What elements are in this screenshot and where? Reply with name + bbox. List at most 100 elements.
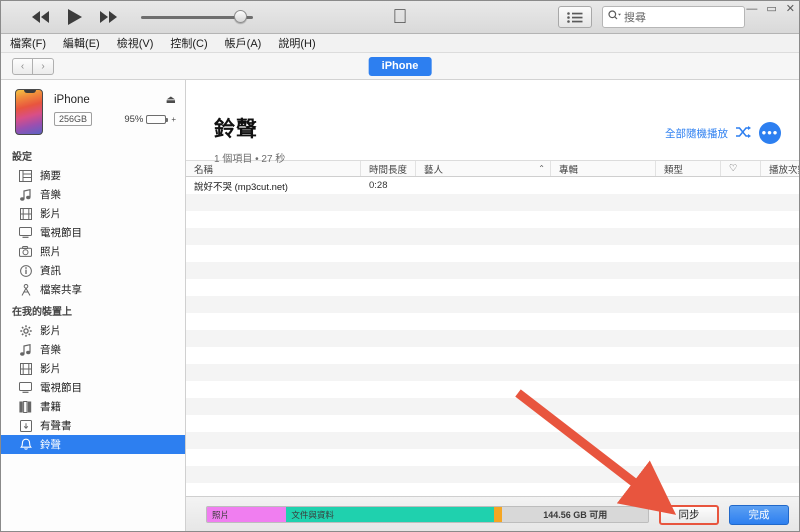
column-header-label: 藝人 (424, 164, 444, 176)
menu-item-1[interactable]: 檔案(F) (10, 35, 46, 51)
rewind-icon[interactable] (31, 8, 51, 26)
nav-buttons: ‹ › (12, 57, 54, 75)
sort-caret-icon: ⌃ (538, 164, 545, 173)
menu-item-6[interactable]: 說明(H) (278, 35, 315, 51)
column-header-6[interactable]: ♡ (721, 161, 761, 176)
volume-knob[interactable] (233, 10, 247, 23)
empty-row (186, 398, 799, 415)
sidebar-item-music-note-0-1[interactable]: 音樂 (1, 185, 185, 204)
column-header-3[interactable]: 藝人 ⌃ (416, 161, 551, 176)
sidebar-item-film-1-2[interactable]: 影片 (1, 359, 185, 378)
minimize-button[interactable]: — (746, 1, 757, 17)
menu-item-2[interactable]: 編輯(E) (63, 35, 100, 51)
library-list-icon[interactable] (558, 6, 592, 28)
sidebar-item-tv-0-3[interactable]: 電視節目 (1, 223, 185, 242)
device-capacity-badge: 256GB (54, 112, 93, 126)
empty-row (186, 279, 799, 296)
forward-icon[interactable] (99, 8, 119, 26)
column-header-5[interactable]: 類型 (656, 161, 721, 176)
sidebar-item-label: 檔案共享 (40, 284, 82, 296)
tracks-table: 名稱 時間長度 藝人 ⌃ 專輯 類型 ♡ 播放次數 說好不哭 (mp3cut.net) 0:28 (186, 160, 799, 500)
column-header-label: ♡ (729, 163, 738, 174)
column-header-label: 時間長度 (369, 164, 408, 176)
body-split: iPhone ⏏ 256GB 95% + 設定 摘要 音樂 影片 電視節目 照片… (1, 80, 799, 531)
sync-button[interactable]: 同步 (659, 504, 719, 525)
table-row[interactable]: 說好不哭 (mp3cut.net) 0:28 (186, 177, 799, 194)
column-header-7[interactable]: 播放次數 (761, 161, 799, 176)
battery-icon (146, 114, 169, 124)
itunes-window:  搜尋 — ▭ ✕ 檔案(F)編輯(E)檢視(V)控制(C)帳戶(A (0, 0, 800, 532)
tv-icon (19, 381, 32, 394)
empty-row (186, 347, 799, 364)
sidebar-item-label: 電視節目 (40, 227, 82, 239)
column-header-label: 類型 (664, 164, 684, 176)
capacity-segment-3 (493, 507, 503, 522)
header-actions: 全部隨機播放 ••• (665, 122, 781, 144)
column-header-label: 名稱 (194, 164, 214, 176)
film-icon (19, 362, 32, 375)
sidebar-sections: 設定 摘要 音樂 影片 電視節目 照片 資訊 檔案共享 在我的裝置上 影片 音樂 影片 電視節目 書籍 有聲… (1, 144, 185, 454)
table-header-row: 名稱 時間長度 藝人 ⌃ 專輯 類型 ♡ 播放次數 (186, 160, 799, 177)
sidebar-item-file-sharing-0-6[interactable]: 檔案共享 (1, 280, 185, 299)
window-controls: — ▭ ✕ (746, 1, 795, 23)
sidebar-item-label: 電視節目 (40, 382, 82, 394)
back-button[interactable]: ‹ (12, 57, 33, 75)
sidebar-item-label: 音樂 (40, 189, 61, 201)
eject-icon[interactable]: ⏏ (166, 93, 176, 106)
sidebar-item-photos-0-4[interactable]: 照片 (1, 242, 185, 261)
sidebar-item-summary-0-0[interactable]: 摘要 (1, 166, 185, 185)
sidebar-item-info-0-5[interactable]: 資訊 (1, 261, 185, 280)
tv-icon (19, 226, 32, 239)
sidebar-item-label: 影片 (40, 325, 61, 337)
menu-bar: 檔案(F) 編輯(E) 檢視(V) 控制(C) 帳戶(A) 說明(H) (1, 34, 799, 53)
sidebar-item-label: 有聲書 (40, 420, 72, 432)
done-button[interactable]: 完成 (729, 504, 789, 525)
volume-slider[interactable] (141, 9, 253, 25)
empty-row (186, 364, 799, 381)
forward-button[interactable]: › (33, 57, 54, 75)
sidebar-item-books-1-4[interactable]: 書籍 (1, 397, 185, 416)
more-options-button[interactable]: ••• (759, 122, 781, 144)
main-pane: 鈴聲 1 個項目 • 27 秒 全部隨機播放 ••• 名稱 時間長度 藝人 ⌃ … (186, 80, 799, 531)
tab-iphone[interactable]: iPhone (368, 56, 432, 76)
sidebar-section-title: 在我的裝置上 (12, 307, 72, 318)
apple-logo:  (393, 6, 408, 28)
file-sharing-icon (19, 283, 32, 296)
iphone-thumbnail (15, 89, 43, 135)
music-note-icon (19, 343, 32, 356)
battery-percent: 95% (124, 113, 144, 125)
menu-item-5[interactable]: 帳戶(A) (225, 35, 262, 51)
main-header: 鈴聲 1 個項目 • 27 秒 全部隨機播放 ••• (186, 80, 799, 165)
gear-icon (19, 324, 32, 337)
menu-item-3[interactable]: 檢視(V) (117, 35, 154, 51)
maximize-button[interactable]: ▭ (766, 1, 776, 17)
play-icon[interactable] (65, 8, 85, 26)
device-summary[interactable]: iPhone ⏏ 256GB 95% + (1, 89, 185, 135)
column-header-label: 專輯 (559, 164, 579, 176)
sidebar-item-label: 影片 (40, 208, 61, 220)
sidebar-item-tv-1-3[interactable]: 電視節目 (1, 378, 185, 397)
column-header-1[interactable]: 名稱 (186, 161, 361, 176)
empty-row (186, 228, 799, 245)
search-input[interactable]: 搜尋 (602, 6, 745, 28)
sidebar-item-film-0-2[interactable]: 影片 (1, 204, 185, 223)
sidebar-item-music-note-1-1[interactable]: 音樂 (1, 340, 185, 359)
shuffle-all-button[interactable]: 全部隨機播放 (665, 126, 728, 141)
search-icon (608, 8, 621, 26)
column-header-2[interactable]: 時間長度 (361, 161, 416, 176)
close-button[interactable]: ✕ (786, 1, 795, 17)
empty-row (186, 296, 799, 313)
empty-row (186, 313, 799, 330)
device-meta: iPhone ⏏ 256GB 95% + (54, 89, 176, 135)
column-header-4[interactable]: 專輯 (551, 161, 656, 176)
sidebar-section-title: 設定 (12, 152, 32, 163)
shuffle-icon[interactable] (736, 126, 751, 140)
menu-item-4[interactable]: 控制(C) (170, 35, 207, 51)
sidebar-item-gear-1-0[interactable]: 影片 (1, 321, 185, 340)
empty-row (186, 211, 799, 228)
sidebar-item-label: 鈴聲 (40, 439, 61, 451)
sidebar-item-audiobook-1-5[interactable]: 有聲書 (1, 416, 185, 435)
info-icon (19, 264, 32, 277)
nav-row: ‹ › iPhone (1, 53, 799, 80)
sidebar-item-bell-1-6[interactable]: 鈴聲 (1, 435, 185, 454)
